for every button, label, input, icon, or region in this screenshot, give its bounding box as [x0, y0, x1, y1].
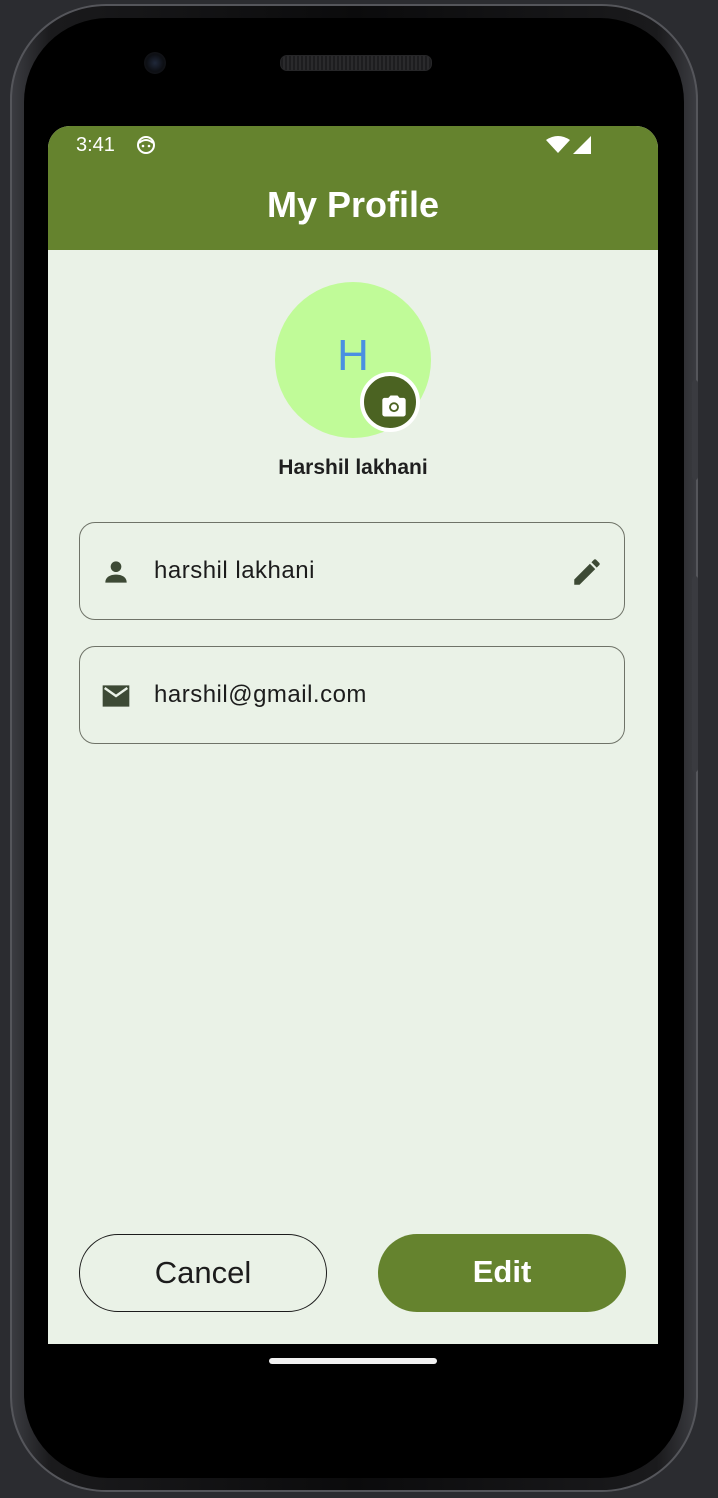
avatar-initial: H — [337, 331, 369, 380]
wifi-icon — [546, 136, 570, 154]
power-button — [692, 380, 698, 480]
name-field[interactable]: harshil lakhani — [79, 522, 625, 620]
camera-icon — [382, 395, 406, 417]
name-value: harshil lakhani — [154, 557, 315, 584]
android-face-icon — [136, 135, 156, 155]
app-screen: 3:41 My Profile H Harshil lakhani harshi… — [48, 126, 658, 1344]
front-camera — [144, 52, 166, 74]
pencil-icon[interactable] — [570, 555, 604, 589]
mail-icon — [100, 680, 132, 712]
gesture-nav-handle[interactable] — [269, 1358, 437, 1364]
profile-display-name: Harshil lakhani — [278, 456, 428, 479]
status-time: 3:41 — [76, 134, 115, 156]
email-field[interactable]: harshil@gmail.com — [79, 646, 625, 744]
status-bar: 3:41 — [48, 126, 658, 166]
volume-button — [692, 576, 698, 772]
cell-signal-icon — [572, 135, 592, 155]
app-bar: 3:41 My Profile — [48, 126, 658, 250]
earpiece-speaker — [280, 55, 432, 71]
person-icon — [100, 556, 132, 588]
email-value: harshil@gmail.com — [154, 681, 367, 708]
edit-button[interactable]: Edit — [378, 1234, 626, 1312]
page-title: My Profile — [266, 184, 440, 225]
change-photo-button[interactable] — [360, 372, 420, 432]
cancel-button[interactable]: Cancel — [79, 1234, 327, 1312]
